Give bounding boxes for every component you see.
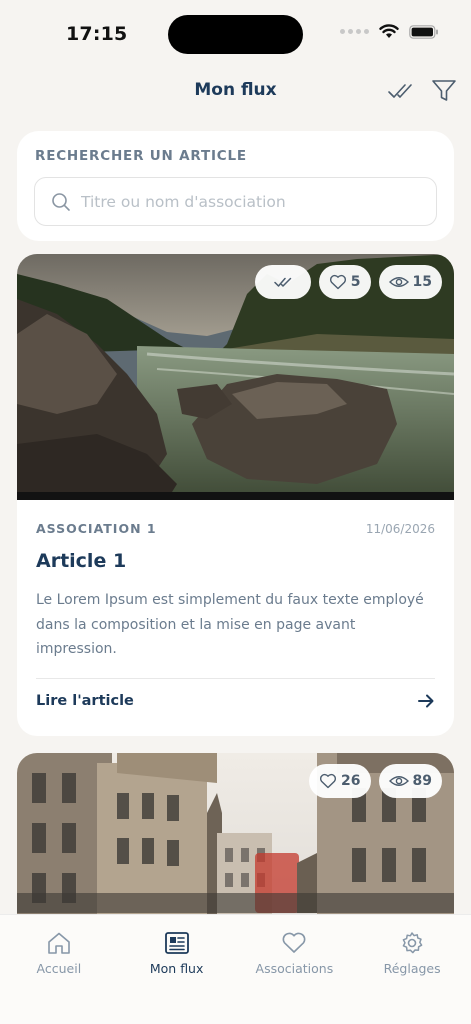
- mark-all-read-button[interactable]: [385, 76, 415, 106]
- search-field[interactable]: [34, 177, 437, 226]
- association-name[interactable]: ASSOCIATION 1: [36, 521, 157, 536]
- tab-label: Accueil: [36, 961, 82, 976]
- newspaper-icon: [164, 932, 189, 954]
- arrow-right-icon: [418, 694, 434, 707]
- filter-icon: [432, 80, 456, 101]
- search-label: RECHERCHER UN ARTICLE: [35, 148, 247, 164]
- article-stats: 5 15: [254, 265, 442, 299]
- article-date: 11/06/2026: [365, 521, 435, 536]
- tab-label: Mon flux: [149, 961, 204, 976]
- tab-reglages[interactable]: Réglages: [353, 915, 471, 1024]
- signal-icon: [340, 29, 369, 34]
- article-excerpt: Le Lorem Ipsum est simplement du faux te…: [36, 592, 424, 657]
- tab-label: Associations: [255, 961, 334, 976]
- article-image: 5 15: [17, 254, 454, 500]
- heart-icon: [282, 932, 306, 953]
- article-card[interactable]: 5 15 ASSOCIATION 1 11/06/2026 Article 1 …: [17, 254, 454, 736]
- nav-header: Mon flux: [0, 70, 471, 110]
- double-check-icon: [274, 277, 292, 287]
- status-time: 17:15: [66, 23, 128, 45]
- views-badge: 89: [378, 764, 442, 798]
- article-title[interactable]: Article 1: [36, 550, 435, 572]
- tab-associations[interactable]: Associations: [236, 915, 354, 1024]
- status-indicators: [340, 24, 439, 39]
- likes-count: 26: [341, 773, 361, 789]
- eye-icon: [388, 776, 409, 786]
- read-badge: [254, 265, 311, 299]
- views-count: 15: [412, 274, 432, 290]
- search-card: RECHERCHER UN ARTICLE: [17, 131, 454, 241]
- tab-label: Réglages: [383, 961, 441, 976]
- status-bar: 17:15: [0, 0, 471, 70]
- tab-bar: Accueil Mon flux Associations Réglages: [0, 914, 471, 1024]
- search-input[interactable]: [81, 192, 421, 211]
- likes-count: 5: [350, 274, 361, 290]
- tab-mon-flux[interactable]: Mon flux: [118, 915, 236, 1024]
- article-stats: 26 89: [309, 764, 442, 798]
- search-icon: [52, 192, 70, 211]
- divider: [36, 677, 435, 679]
- heart-icon: [320, 773, 337, 789]
- double-check-icon: [388, 84, 412, 98]
- read-article-link[interactable]: Lire l'article: [36, 693, 435, 709]
- eye-icon: [388, 277, 409, 287]
- views-count: 89: [412, 773, 432, 789]
- battery-icon: [409, 24, 438, 39]
- home-icon: [48, 932, 70, 954]
- likes-badge[interactable]: 5: [318, 265, 371, 299]
- likes-badge[interactable]: 26: [309, 764, 371, 798]
- dynamic-island: [168, 15, 303, 54]
- views-badge: 15: [378, 265, 442, 299]
- filter-button[interactable]: [429, 76, 459, 106]
- read-article-label: Lire l'article: [36, 692, 134, 709]
- wifi-icon: [379, 24, 399, 38]
- gear-icon: [402, 932, 423, 954]
- heart-icon: [329, 274, 346, 290]
- tab-accueil[interactable]: Accueil: [0, 915, 118, 1024]
